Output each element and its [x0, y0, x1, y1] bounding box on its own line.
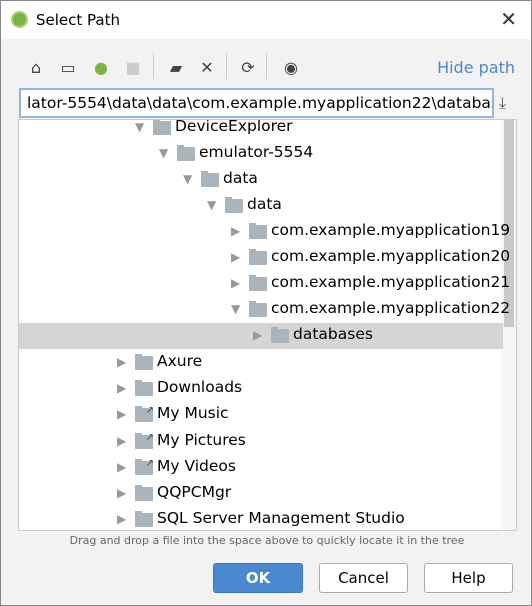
ok-button[interactable]: OK: [213, 563, 303, 593]
window-title: Select Path: [36, 11, 120, 29]
new-folder-icon[interactable]: ▰: [165, 57, 187, 79]
expand-right-icon[interactable]: ▶: [117, 460, 126, 474]
tree-row-label: data: [247, 195, 282, 213]
tree-row[interactable]: ▶ com.example.myapplication20: [19, 245, 510, 271]
tree-row-label: Downloads: [157, 378, 243, 396]
folder-icon: [225, 197, 243, 213]
show-hidden-icon[interactable]: ◉: [280, 57, 302, 79]
tree-row-label: databases: [293, 325, 373, 343]
tree-row[interactable]: ▼ emulator-5554: [19, 141, 503, 167]
tree-row-label: data: [223, 169, 258, 187]
tree-row-label: com.example.myapplication19: [271, 221, 511, 239]
cancel-button[interactable]: Cancel: [319, 563, 408, 593]
refresh-icon[interactable]: ⟳: [237, 57, 259, 79]
folder-icon: [135, 354, 153, 370]
expand-right-icon[interactable]: ▶: [231, 276, 240, 290]
tree-row[interactable]: ▶ databases: [19, 323, 503, 349]
folder-icon: [249, 249, 267, 265]
folder-icon: ↗: [135, 432, 154, 449]
folder-icon: [201, 171, 219, 187]
help-button[interactable]: Help: [424, 563, 513, 593]
hide-path-link[interactable]: Hide path: [437, 58, 515, 77]
divider: [226, 53, 227, 79]
folder-icon: [249, 301, 267, 317]
folder-icon: [135, 511, 153, 527]
tree-row[interactable]: ▶ com.example.myapplication19: [19, 219, 510, 245]
expand-down-icon[interactable]: ▼: [159, 146, 168, 160]
expand-right-icon[interactable]: ▶: [231, 250, 240, 264]
module-icon: ■: [125, 58, 141, 77]
tree-row[interactable]: ▶ ↗ My Videos: [19, 455, 503, 481]
folder-icon: ↗: [135, 405, 154, 422]
download-icon[interactable]: ⤓: [499, 93, 506, 113]
tree-row-label: My Music: [157, 404, 229, 422]
tree-row[interactable]: ▶ com.example.myapplication21: [19, 271, 510, 297]
tree-row-label: emulator-5554: [199, 143, 314, 161]
folder-icon: [249, 223, 267, 239]
delete-icon[interactable]: ✕: [196, 57, 218, 79]
path-input[interactable]: lator-5554\data\data\com.example.myappli…: [19, 88, 494, 118]
desktop-icon[interactable]: ▭: [57, 57, 79, 79]
folder-icon: [271, 327, 289, 343]
tree-row-label: com.example.myapplication22: [271, 299, 511, 317]
tree-row[interactable]: ▶ ↗ My Music: [19, 402, 503, 428]
tree-row[interactable]: ▶ Downloads: [19, 376, 503, 402]
close-icon[interactable]: ✕: [500, 7, 517, 31]
tree-row-label: My Videos: [157, 457, 236, 475]
expand-right-icon[interactable]: ▶: [117, 512, 126, 526]
tree-row[interactable]: ▶ Axure: [19, 350, 503, 376]
android-icon[interactable]: ●: [90, 57, 112, 79]
tree-row-label: SQL Server Management Studio: [157, 509, 405, 527]
expand-down-icon[interactable]: ▼: [135, 120, 144, 134]
tree-row[interactable]: ▶ QQPCMgr: [19, 481, 503, 507]
shortcut-icon: ↗: [145, 405, 154, 416]
tree-row-label: My Pictures: [157, 431, 246, 449]
folder-icon: [177, 145, 195, 161]
expand-right-icon[interactable]: ▶: [117, 355, 126, 369]
tree-row[interactable]: ▶ ↗ My Pictures: [19, 429, 503, 455]
folder-icon: [153, 120, 171, 135]
tree-row[interactable]: ▼ data: [19, 167, 503, 193]
folder-icon: [135, 380, 153, 396]
file-tree[interactable]: ▼ DeviceExplorer ▼ emulator-5554 ▼ data ▼ d…: [18, 119, 517, 531]
tree-row-label: com.example.myapplication20: [271, 247, 511, 265]
scrollbar[interactable]: [502, 120, 516, 530]
tree-row[interactable]: ▼ com.example.myapplication22: [19, 297, 510, 323]
tree-row[interactable]: ▶ SQL Server Management Studio: [19, 507, 503, 530]
expand-down-icon[interactable]: ▼: [207, 198, 216, 212]
divider: [153, 53, 154, 79]
folder-icon: [135, 485, 153, 501]
tree-row-label: QQPCMgr: [157, 483, 232, 501]
expand-right-icon[interactable]: ▶: [117, 381, 126, 395]
expand-down-icon[interactable]: ▼: [231, 302, 240, 316]
home-icon[interactable]: ⌂: [25, 57, 47, 79]
tree-row-label: Axure: [157, 352, 203, 370]
shortcut-icon: ↗: [145, 458, 154, 469]
folder-icon: [249, 275, 267, 291]
folder-icon: ↗: [135, 458, 154, 475]
tree-row[interactable]: ▼ DeviceExplorer: [19, 119, 503, 141]
tree-row-label: com.example.myapplication21: [271, 273, 511, 291]
expand-right-icon[interactable]: ▶: [117, 407, 126, 421]
expand-down-icon[interactable]: ▼: [183, 172, 192, 186]
expand-right-icon[interactable]: ▶: [253, 328, 262, 342]
shortcut-icon: ↗: [145, 432, 154, 443]
expand-right-icon[interactable]: ▶: [117, 434, 126, 448]
expand-right-icon[interactable]: ▶: [117, 486, 126, 500]
title-bar: Select Path ✕: [1, 1, 531, 39]
android-studio-icon: [11, 11, 28, 28]
divider: [266, 53, 267, 79]
hint-text: Drag and drop a file into the space abov…: [69, 534, 465, 547]
tree-row-label: DeviceExplorer: [175, 119, 293, 135]
tree-row[interactable]: ▼ data: [19, 193, 503, 219]
expand-right-icon[interactable]: ▶: [231, 224, 240, 238]
